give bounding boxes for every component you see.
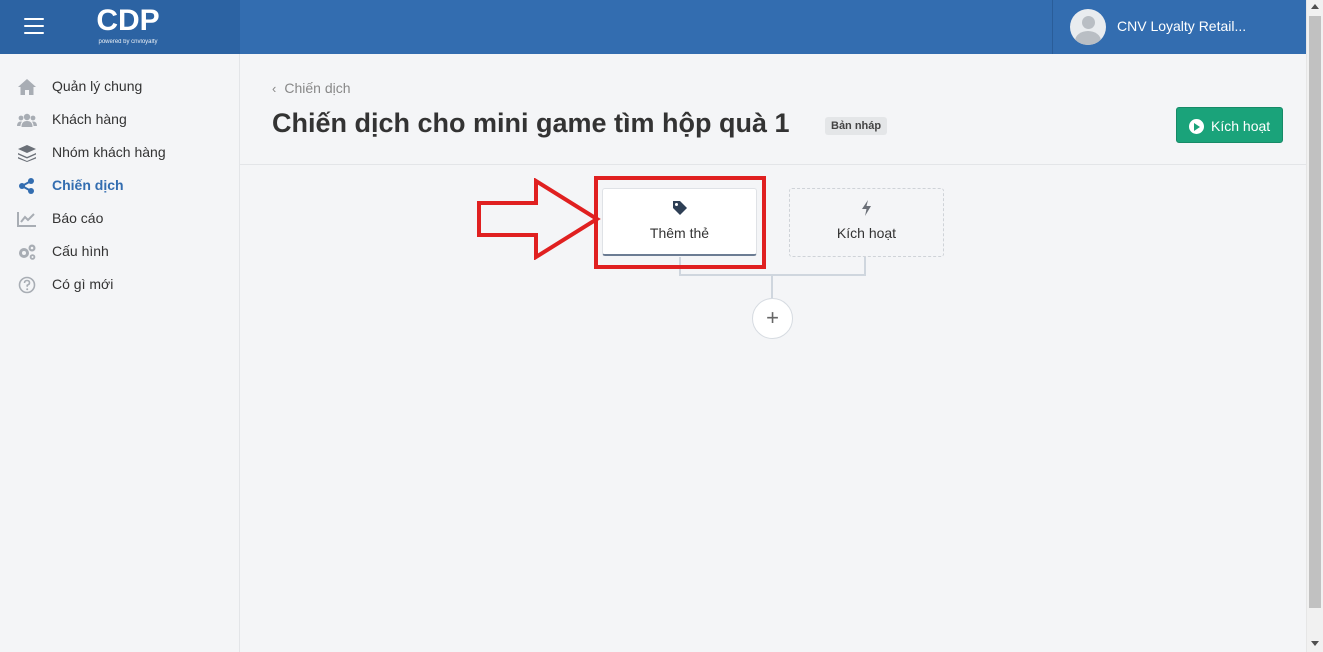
page-header: ‹ Chiến dịch Chiến dịch cho mini game tìm… xyxy=(240,54,1306,165)
sidebar-item-label: Quản lý chung xyxy=(52,78,143,94)
logo-subtext: powered by cnvloyalty xyxy=(98,39,158,45)
home-icon xyxy=(18,79,36,95)
trigger-card[interactable]: Kích hoạt xyxy=(789,188,944,257)
sidebar-item-label: Báo cáo xyxy=(52,210,104,226)
sidebar-item-settings[interactable]: Cấu hình xyxy=(0,238,239,266)
breadcrumb-back-link[interactable]: ‹ Chiến dịch xyxy=(272,80,351,96)
hamburger-menu-icon[interactable] xyxy=(24,18,44,34)
logo-text: CDP xyxy=(96,4,160,37)
gears-icon xyxy=(19,244,36,260)
connector-line xyxy=(864,257,866,275)
sidebar-item-label: Có gì mới xyxy=(52,276,114,292)
sidebar-item-reports[interactable]: Báo cáo xyxy=(0,205,239,233)
add-step-button[interactable]: + xyxy=(752,298,793,339)
status-badge: Bản nháp xyxy=(825,117,888,135)
question-icon xyxy=(18,276,36,294)
sidebar-item-label: Nhóm khách hàng xyxy=(52,144,166,160)
share-icon xyxy=(19,178,34,194)
user-menu[interactable]: CNV Loyalty Retail... xyxy=(1052,0,1306,54)
breadcrumb-label: Chiến dịch xyxy=(284,80,351,96)
scroll-thumb[interactable] xyxy=(1309,16,1321,608)
arrow-annotation-icon xyxy=(477,178,601,260)
layers-icon xyxy=(18,145,36,162)
page-title: Chiến dịch cho mini game tìm hộp quà 1 xyxy=(272,108,790,138)
user-name: CNV Loyalty Retail... xyxy=(1117,18,1247,34)
plus-icon: + xyxy=(766,305,779,330)
sidebar-item-customers[interactable]: Khách hàng xyxy=(0,106,239,134)
sidebar-item-label: Khách hàng xyxy=(52,111,127,127)
chevron-left-icon: ‹ xyxy=(272,81,277,96)
users-icon xyxy=(17,113,37,127)
sidebar-item-overview[interactable]: Quản lý chung xyxy=(0,73,239,101)
sidebar-item-label: Chiến dịch xyxy=(52,177,124,193)
sidebar: Quản lý chung Khách hàng Nhóm khách hàng… xyxy=(0,54,240,652)
chart-icon xyxy=(17,212,36,227)
highlight-box xyxy=(594,176,766,269)
activate-button-label: Kích hoạt xyxy=(1211,118,1271,134)
brand-area: CDP powered by cnvloyalty xyxy=(0,0,240,54)
vertical-scrollbar[interactable] xyxy=(1306,0,1323,652)
top-bar: CDP powered by cnvloyalty CNV Loyalty Re… xyxy=(0,0,1306,54)
sidebar-item-customer-groups[interactable]: Nhóm khách hàng xyxy=(0,139,239,167)
sidebar-item-campaigns[interactable]: Chiến dịch xyxy=(0,172,239,200)
activate-button[interactable]: Kích hoạt xyxy=(1176,107,1283,143)
avatar xyxy=(1070,9,1106,45)
sidebar-item-whats-new[interactable]: Có gì mới xyxy=(0,271,239,299)
scroll-down-icon[interactable] xyxy=(1311,641,1319,646)
connector-line xyxy=(771,275,773,299)
trigger-label: Kích hoạt xyxy=(836,225,897,241)
lightning-icon xyxy=(862,200,871,216)
cdp-logo[interactable]: CDP powered by cnvloyalty xyxy=(88,4,168,50)
scroll-up-icon[interactable] xyxy=(1311,4,1319,9)
play-circle-icon xyxy=(1189,119,1204,134)
sidebar-item-label: Cấu hình xyxy=(52,243,109,259)
